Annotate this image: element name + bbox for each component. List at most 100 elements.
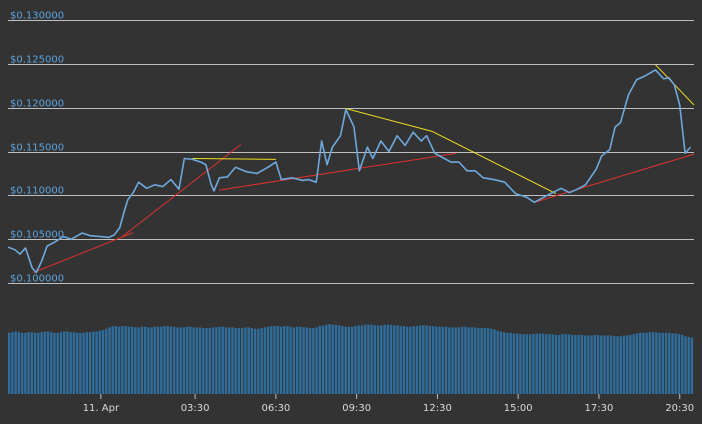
x-tick-labels: 11. Apr 03:30 06:30 09:30 12:30 15:00 17:30 20:… xyxy=(83,394,694,414)
volume-bar xyxy=(596,334,600,394)
resistance-trend-line-5 xyxy=(345,108,433,132)
volume-bar xyxy=(92,331,95,394)
volume-bar xyxy=(85,332,88,394)
volume-bar xyxy=(279,326,283,394)
volume-bar xyxy=(428,326,431,394)
volume-bar xyxy=(260,328,263,394)
volume-bar xyxy=(266,326,270,394)
volume-bar xyxy=(661,332,664,394)
volume-bar xyxy=(561,334,564,394)
volume-bar xyxy=(506,332,509,394)
volume-bar xyxy=(567,334,571,394)
volume-bar xyxy=(224,327,228,394)
volume-bar xyxy=(402,326,406,394)
volume-bar xyxy=(454,327,457,394)
volume-bar xyxy=(156,326,160,394)
y-tick-label-0: $0.130000 xyxy=(10,11,64,22)
volume-bar xyxy=(215,327,218,394)
volume-bar xyxy=(412,326,415,394)
volume-bar xyxy=(105,328,108,394)
volume-bar xyxy=(257,328,260,394)
volume-bar xyxy=(509,332,512,394)
volume-bar xyxy=(480,328,483,394)
volume-bar xyxy=(302,327,305,394)
volume-bar xyxy=(396,325,399,394)
volume-bar xyxy=(386,324,389,394)
volume-bar xyxy=(69,332,72,394)
x-tick-label-1: 03:30 xyxy=(181,403,210,414)
volume-bar xyxy=(75,332,79,394)
volume-bar xyxy=(477,328,480,394)
x-tick-label-6: 17:30 xyxy=(585,403,614,414)
y-tick-label-2: $0.120000 xyxy=(10,99,64,110)
volume-bar xyxy=(118,326,121,394)
volume-bar xyxy=(590,335,593,394)
volume-bar xyxy=(632,334,635,394)
volume-bar xyxy=(493,329,496,394)
volume-bar xyxy=(587,335,590,394)
volume-bar xyxy=(380,325,383,394)
volume-bar xyxy=(14,331,17,394)
volume-bar xyxy=(558,334,561,394)
volume-bar xyxy=(422,325,425,394)
volume-bar xyxy=(305,327,309,394)
volume-bar xyxy=(124,326,127,394)
volume-bar xyxy=(545,334,548,394)
resistance-trend-line-4 xyxy=(192,158,276,160)
x-tick-label-5: 15:00 xyxy=(504,403,533,414)
volume-bar xyxy=(289,326,292,394)
volume-bar xyxy=(564,334,567,394)
volume-bar xyxy=(548,334,551,394)
volume-bar xyxy=(318,326,321,394)
volume-bar xyxy=(27,332,30,394)
x-tick-label-0: 11. Apr xyxy=(83,403,120,414)
volume-bar xyxy=(163,326,166,394)
price-chart: $0.130000 $0.125000 $0.120000 $0.115000 $0.1… xyxy=(0,0,702,424)
volume-bar xyxy=(444,326,448,394)
volume-bar xyxy=(17,332,21,394)
volume-bar xyxy=(499,331,503,394)
volume-bar xyxy=(551,334,554,394)
volume-bar xyxy=(147,327,150,394)
x-tick-label-2: 06:30 xyxy=(261,403,290,414)
volume-bar xyxy=(503,332,506,394)
volume-bar xyxy=(166,326,169,394)
volume-bar xyxy=(399,326,402,394)
volume-bar xyxy=(642,332,645,394)
volume-bar xyxy=(490,328,493,394)
y-tick-label-5: $0.105000 xyxy=(10,230,64,241)
volume-bar xyxy=(616,336,619,394)
volume-bar xyxy=(651,332,655,394)
volume-bar xyxy=(24,332,27,394)
volume-bar xyxy=(538,333,542,394)
volume-bar xyxy=(606,335,609,394)
volume-bar xyxy=(169,326,173,394)
volume-bar xyxy=(192,327,195,394)
volume-bar xyxy=(37,332,40,394)
volume-bar xyxy=(218,326,221,394)
volume-bar xyxy=(448,327,451,394)
volume-bar xyxy=(415,326,419,394)
volume-bar xyxy=(244,327,247,394)
volume-bar xyxy=(46,331,50,394)
volume-bar xyxy=(571,334,574,394)
volume-bar xyxy=(150,327,153,394)
volume-bar xyxy=(690,337,694,394)
y-tick-label-4: $0.110000 xyxy=(10,186,64,197)
volume-bar xyxy=(629,334,632,394)
volume-bar xyxy=(20,332,24,394)
support-trend-line-1 xyxy=(122,144,242,237)
volume-bar xyxy=(43,331,46,394)
volume-bar xyxy=(328,324,331,394)
volume-bar xyxy=(8,332,11,394)
volume-bar xyxy=(325,324,328,394)
volume-bar xyxy=(211,327,215,394)
volume-bar xyxy=(63,331,66,394)
y-tick-label-1: $0.125000 xyxy=(10,55,64,66)
volume-bar xyxy=(143,326,147,394)
volume-bar xyxy=(95,331,98,394)
volume-layer xyxy=(8,324,694,394)
volume-bar xyxy=(205,328,208,394)
x-tick-label-4: 12:30 xyxy=(423,403,452,414)
volume-bar xyxy=(512,333,516,394)
